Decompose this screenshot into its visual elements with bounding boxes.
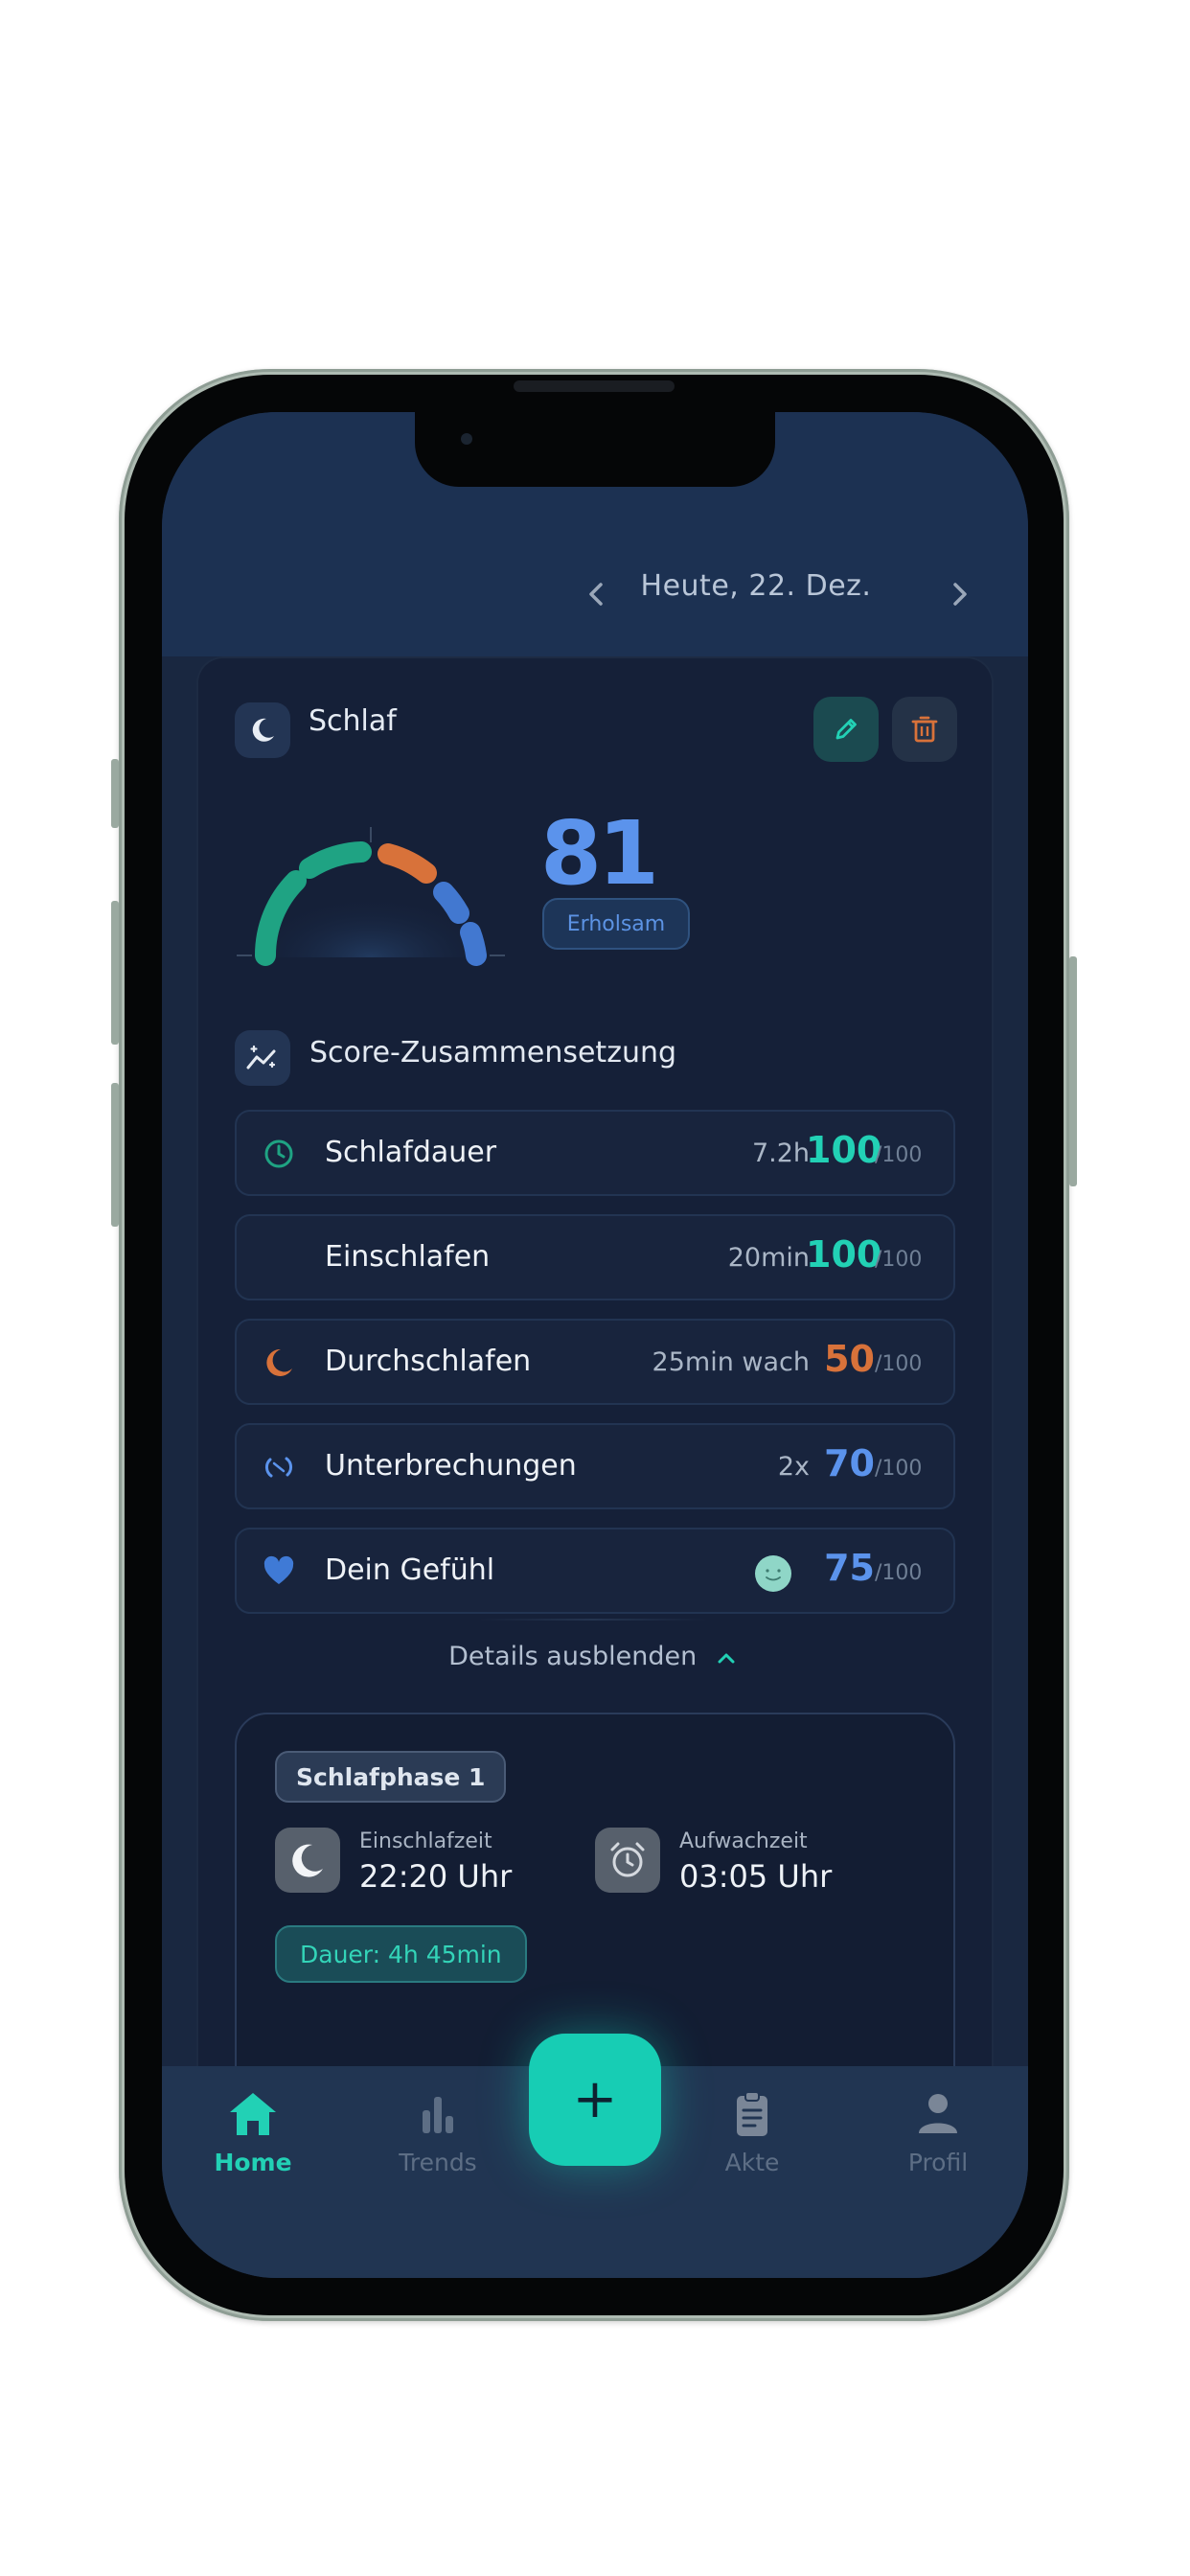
tab-home[interactable]: Home [191, 2089, 315, 2195]
score-row-schlafdauer: Schlafdauer 7.2h 100 /100 [235, 1110, 955, 1196]
row-label: Durchschlafen [325, 1345, 532, 1378]
row-score: 75 [824, 1547, 875, 1589]
details-toggle-label: Details ausblenden [448, 1642, 698, 1671]
wake-label: Aufwachzeit [679, 1829, 808, 1853]
moon-icon [292, 1844, 323, 1877]
score-row-einschlafen: Einschlafen 20min 100 /100 [235, 1214, 955, 1300]
sleep-score: 81 [540, 802, 659, 905]
tab-profil[interactable]: Profil [876, 2089, 1000, 2195]
row-max: /100 [875, 1352, 923, 1376]
row-score: 100 [806, 1129, 882, 1171]
row-label: Einschlafen [325, 1240, 491, 1274]
chevron-left-icon[interactable] [578, 575, 616, 613]
alarm-clock-icon [610, 1842, 645, 1877]
smiley-face-icon [755, 1555, 791, 1592]
row-value: 20min [727, 1243, 810, 1273]
tab-trends[interactable]: Trends [376, 2089, 500, 2195]
section-divider [478, 1619, 708, 1621]
person-icon [919, 2094, 957, 2133]
row-max: /100 [875, 1457, 923, 1481]
side-button-volume-up [111, 901, 119, 1045]
row-label: Schlafdauer [325, 1136, 497, 1169]
sleep-icon-box [235, 702, 290, 758]
camera-icon [461, 433, 472, 445]
heart-icon [263, 1555, 294, 1584]
score-gauge [237, 827, 505, 966]
clipboard-icon [737, 2091, 767, 2136]
row-score: 100 [806, 1233, 882, 1276]
refresh-icon [264, 1457, 293, 1478]
plus-icon: + [572, 2068, 618, 2130]
row-label: Dein Gefühl [325, 1553, 495, 1587]
home-icon [230, 2093, 276, 2135]
earpiece-speaker [514, 380, 675, 392]
score-row-gefuehl: Dein Gefühl 75 /100 [235, 1528, 955, 1614]
bottom-tab-bar: Home Trends + Akte Profil [162, 2034, 1028, 2278]
moon-icon [252, 718, 274, 742]
score-row-unterbrechungen: Unterbrechungen 2x 70 /100 [235, 1423, 955, 1509]
wake-icon-box [595, 1828, 660, 1893]
edit-button[interactable] [813, 697, 879, 762]
pencil-icon [835, 719, 857, 740]
row-max: /100 [875, 1561, 923, 1585]
section-title: Score-Zusammensetzung [309, 1036, 677, 1070]
tab-label: Profil [907, 2149, 969, 2176]
add-entry-button[interactable]: + [529, 2034, 661, 2166]
chevron-up-icon [718, 1653, 735, 1663]
notch [415, 412, 775, 487]
trend-icon-box [235, 1030, 290, 1086]
delete-button[interactable] [892, 697, 957, 762]
side-button-volume-down [111, 1083, 119, 1227]
score-badge: Erholsam [542, 898, 690, 950]
row-score: 50 [824, 1338, 875, 1380]
row-value: 7.2h [751, 1138, 810, 1168]
wake-value: 03:05 Uhr [679, 1858, 833, 1895]
row-score: 70 [824, 1442, 875, 1484]
date-label: Heute, 22. Dez. [640, 569, 872, 603]
moon-icon [266, 1348, 292, 1376]
side-button-mute [111, 759, 119, 828]
clock-icon [264, 1139, 293, 1168]
trend-sparkle-icon [246, 1045, 276, 1070]
tab-label: Akte [724, 2149, 780, 2176]
side-button-power [1069, 956, 1077, 1186]
row-max: /100 [875, 1143, 923, 1167]
card-title: Schlaf [309, 704, 397, 738]
row-value: 25min wach [652, 1347, 810, 1377]
bedtime-icon-box [275, 1828, 340, 1893]
bar-chart-icon [423, 2097, 453, 2133]
tab-akte[interactable]: Akte [690, 2089, 814, 2195]
bedtime-label: Einschlafzeit [359, 1829, 492, 1853]
app-screen: Heute, 22. Dez. Schlaf 81 Erholsam Score… [162, 412, 1028, 2278]
bedtime-value: 22:20 Uhr [359, 1858, 513, 1895]
row-max: /100 [875, 1248, 923, 1272]
phase-tag: Schlafphase 1 [275, 1751, 507, 1803]
tab-label: Home [214, 2149, 292, 2176]
row-label: Unterbrechungen [325, 1449, 577, 1483]
crescent-moon-icon [269, 1245, 283, 1272]
details-toggle-button[interactable]: Details ausblenden [430, 1642, 756, 1690]
chevron-right-icon[interactable] [940, 575, 978, 613]
duration-tag: Dauer: 4h 45min [275, 1925, 527, 1983]
trash-icon [911, 716, 938, 743]
tab-label: Trends [399, 2149, 477, 2176]
score-row-durchschlafen: Durchschlafen 25min wach 50 /100 [235, 1319, 955, 1405]
